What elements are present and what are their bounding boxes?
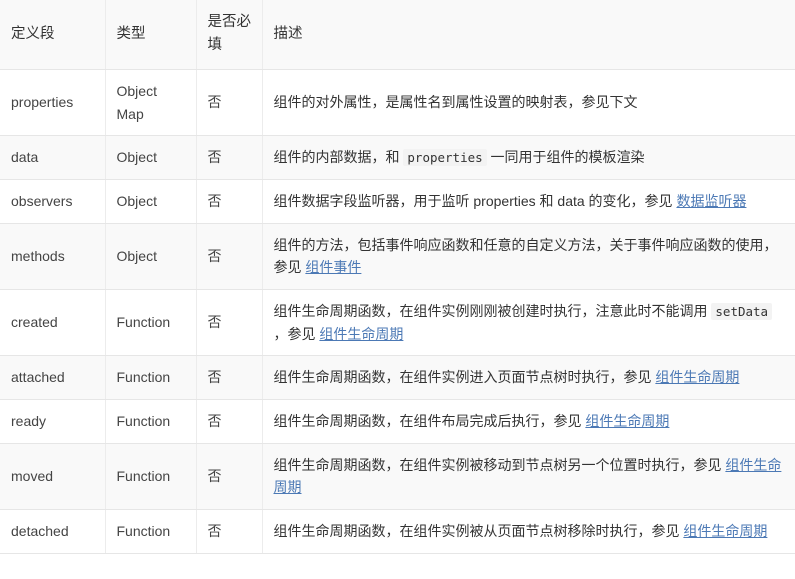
doc-link[interactable]: 组件事件 xyxy=(305,259,361,275)
cell-description: 组件生命周期函数，在组件实例被移动到节点树另一个位置时执行，参见 组件生命周期 xyxy=(261,442,795,511)
table-row: observers Object 否组件数据字段监听器，用于监听 propertie… xyxy=(0,178,795,224)
table-header: 定义段 类型 是否必填 描述 xyxy=(0,0,795,70)
cell-type: Function xyxy=(104,288,197,357)
column-header-type: 类型 xyxy=(104,0,197,70)
description-text: 组件生命周期函数，在组件实例进入页面节点树时执行，参见 xyxy=(273,369,656,386)
doc-link[interactable]: 组件生命周期 xyxy=(655,369,739,385)
cell-definition-field: properties xyxy=(0,68,106,137)
component-definition-table: 定义段 类型 是否必填 描述 properties Object Map 否组件的对… xyxy=(0,0,795,554)
description-text: 组件生命周期函数，在组件实例刚刚被创建时执行，注意此时不能调用 xyxy=(273,303,712,319)
description-text: 组件生命周期函数，在组件布局完成后执行，参见 xyxy=(273,413,586,430)
doc-link[interactable]: 组件生命周期 xyxy=(585,413,669,429)
cell-required: 否 xyxy=(195,135,263,180)
cell-definition-field: methods xyxy=(0,222,106,291)
description-text: 一同用于组件的模板渲染 xyxy=(486,149,645,166)
cell-required: 否 xyxy=(195,509,263,554)
cell-definition-field: detached xyxy=(0,509,106,554)
description-text: 组件数据字段监听器，用于监听 properties 和 data 的变化，参见 xyxy=(273,192,677,209)
doc-link[interactable]: 组件生命周期 xyxy=(683,523,767,539)
cell-type: Object Map xyxy=(104,68,197,137)
cell-definition-field: ready xyxy=(0,399,106,444)
cell-description: 组件的内部数据，和 properties 一同用于组件的模板渲染 xyxy=(261,135,795,180)
doc-link[interactable]: 数据监听器 xyxy=(676,193,746,209)
cell-type: Function xyxy=(104,509,197,554)
cell-description: 组件的方法，包括事件响应函数和任意的自定义方法，关于事件响应函数的使用，参见 组… xyxy=(261,222,795,291)
cell-description: 组件生命周期函数，在组件布局完成后执行，参见 组件生命周期 xyxy=(261,399,795,444)
table-row: detached Function 否组件生命周期函数，在组件实例被从页面节点树移除… xyxy=(0,509,795,554)
column-header-description: 描述 xyxy=(261,0,795,70)
description-text: 组件生命周期函数，在组件实例被从页面节点树移除时执行，参见 xyxy=(273,523,684,540)
table-row: moved Function 否组件生命周期函数，在组件实例被移动到节点树另一个位置… xyxy=(0,442,795,511)
column-header-field: 定义段 xyxy=(0,0,106,70)
inline-code: properties xyxy=(403,149,487,167)
description-text: ，参见 xyxy=(273,325,320,342)
cell-description: 组件生命周期函数，在组件实例进入页面节点树时执行，参见 组件生命周期 xyxy=(261,355,795,401)
cell-type: Object xyxy=(104,178,197,224)
cell-type: Function xyxy=(104,399,197,444)
cell-required: 否 xyxy=(195,399,263,444)
cell-description: 组件生命周期函数，在组件实例刚刚被创建时执行，注意此时不能调用 setData … xyxy=(261,288,795,357)
table-row: properties Object Map 否组件的对外属性，是属性名到属性设置的映… xyxy=(0,68,795,137)
table-row: attached Function 否组件生命周期函数，在组件实例进入页面节点树时执… xyxy=(0,355,795,401)
inline-code: setData xyxy=(711,303,773,320)
cell-required: 否 xyxy=(195,355,263,401)
table-row: methods Object 否组件的方法，包括事件响应函数和任意的自定义方法，关于… xyxy=(0,222,795,291)
description-text: 组件的内部数据，和 xyxy=(273,149,404,166)
cell-required: 否 xyxy=(195,68,263,137)
doc-link[interactable]: 组件生命周期 xyxy=(319,326,403,342)
cell-definition-field: data xyxy=(0,135,106,180)
cell-definition-field: observers xyxy=(0,178,106,224)
cell-type: Function xyxy=(104,355,197,401)
description-text: 组件生命周期函数，在组件实例被移动到节点树另一个位置时执行，参见 xyxy=(273,456,726,473)
description-text: 组件的对外属性，是属性名到属性设置的映射表，参见下文 xyxy=(273,94,638,111)
table-row: ready Function 否组件生命周期函数，在组件布局完成后执行，参见 组件生… xyxy=(0,399,795,444)
cell-description: 组件的对外属性，是属性名到属性设置的映射表，参见下文 xyxy=(261,68,795,137)
table-row: created Function 否组件生命周期函数，在组件实例刚刚被创建时执行，注… xyxy=(0,288,795,357)
cell-required: 否 xyxy=(195,442,263,511)
column-header-required: 是否必填 xyxy=(195,0,263,70)
table-header-row: 定义段 类型 是否必填 描述 xyxy=(0,0,795,70)
cell-required: 否 xyxy=(195,222,263,291)
cell-description: 组件数据字段监听器，用于监听 properties 和 data 的变化，参见 … xyxy=(261,178,795,224)
cell-required: 否 xyxy=(195,178,263,224)
cell-required: 否 xyxy=(195,288,263,357)
table-body: properties Object Map 否组件的对外属性，是属性名到属性设置的映… xyxy=(0,68,795,554)
cell-definition-field: created xyxy=(0,288,106,357)
table-row: data Object 否组件的内部数据，和 properties 一同用于组件的模… xyxy=(0,135,795,180)
cell-type: Object xyxy=(104,135,197,180)
cell-type: Object xyxy=(104,222,197,291)
cell-definition-field: moved xyxy=(0,442,106,511)
cell-type: Function xyxy=(104,442,197,511)
cell-definition-field: attached xyxy=(0,355,106,401)
cell-description: 组件生命周期函数，在组件实例被从页面节点树移除时执行，参见 组件生命周期 xyxy=(261,509,795,554)
